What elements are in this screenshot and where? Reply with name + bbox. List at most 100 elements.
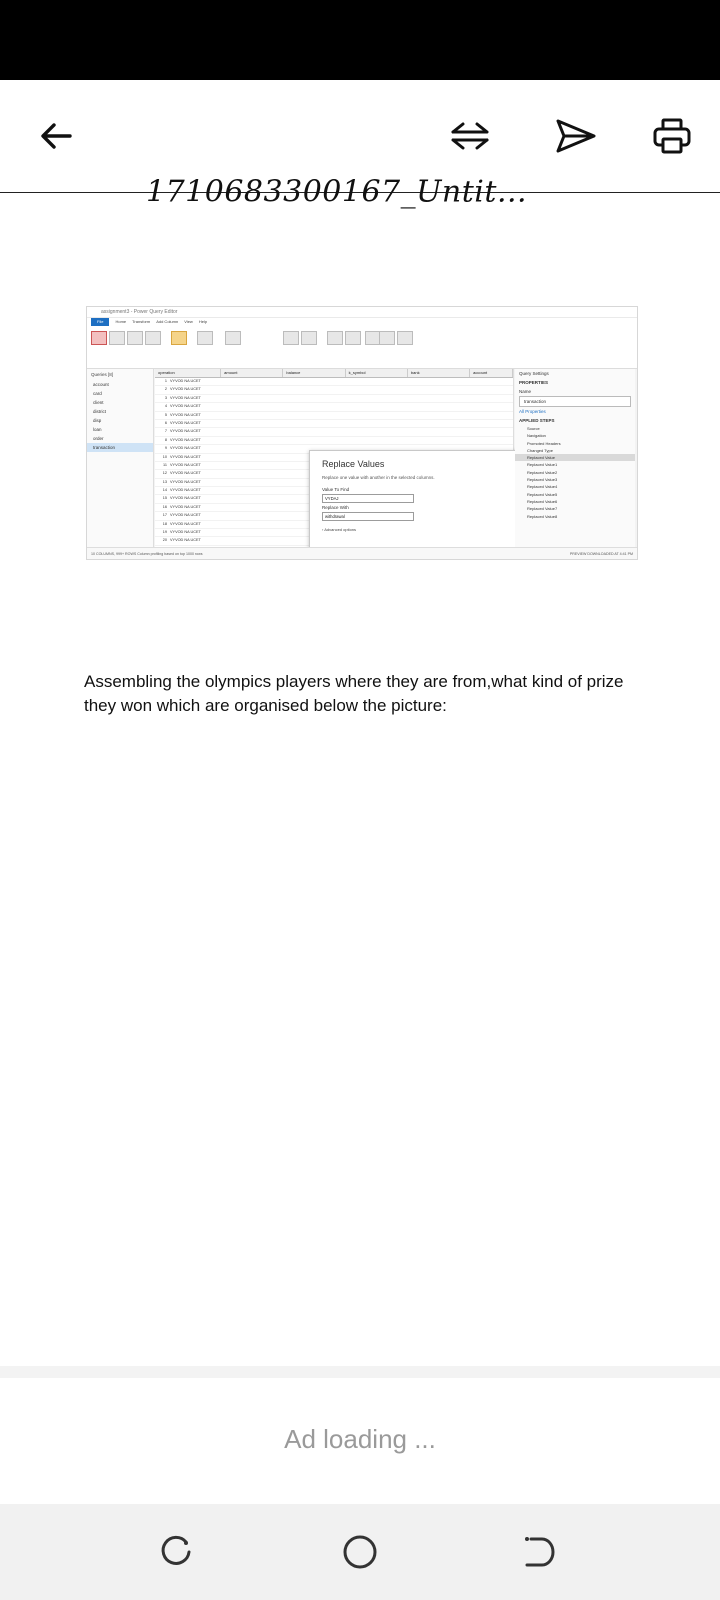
- print-icon[interactable]: [644, 108, 700, 164]
- query-item-order[interactable]: order: [87, 434, 153, 443]
- document-title: 1710683300167_Untit...: [146, 174, 528, 210]
- operation-cell: VYVOD NA UCET: [170, 471, 201, 476]
- home-icon[interactable]: [332, 1524, 388, 1580]
- applied-step-item[interactable]: Replaced Value: [515, 454, 635, 462]
- group-by-icon[interactable]: [397, 331, 413, 345]
- applied-step-item[interactable]: Promoted Headers: [515, 440, 635, 447]
- operation-cell: VYVOD NA UCET: [170, 429, 201, 434]
- recent-apps-icon[interactable]: [148, 1524, 204, 1580]
- operation-cell: VYVOD NA UCET: [170, 513, 201, 518]
- applied-step-item[interactable]: Replaced Value4: [515, 483, 635, 490]
- operation-cell: VYVOD NA UCET: [170, 446, 201, 451]
- operation-cell: VYVOD NA UCET: [170, 521, 201, 526]
- row-number: 4: [164, 404, 167, 409]
- operation-cell: VYVOD NA UCET: [170, 454, 201, 459]
- query-settings-header: Query Settings: [519, 371, 549, 376]
- column-header-balance[interactable]: balance: [283, 369, 346, 377]
- applied-step-item[interactable]: Replaced Value3: [515, 476, 635, 483]
- data-source-settings-icon[interactable]: [171, 331, 187, 345]
- column-header-amount[interactable]: amount: [221, 369, 284, 377]
- operation-cell: VYVOD NA UCET: [170, 395, 201, 400]
- applied-steps-header: APPLIED STEPS: [519, 418, 555, 423]
- remove-rows-icon[interactable]: [345, 331, 361, 345]
- applied-step-item[interactable]: Replaced Value2: [515, 469, 635, 476]
- column-header-bank[interactable]: bank: [408, 369, 471, 377]
- dialog-subtitle: Replace one value with another in the se…: [322, 475, 435, 480]
- query-item-loan[interactable]: loan: [87, 425, 153, 434]
- remove-columns-icon[interactable]: [301, 331, 317, 345]
- close-apply-icon[interactable]: [91, 331, 107, 345]
- table-row: 4 VYVOD NA UCET: [155, 403, 513, 412]
- applied-step-item[interactable]: Replaced Value6: [515, 498, 635, 505]
- applied-step-item[interactable]: Replaced Value7: [515, 505, 635, 512]
- pq-status-bar: 10 COLUMNS, 999+ ROWS Column profiling b…: [87, 547, 637, 559]
- applied-step-item[interactable]: Replaced Value8: [515, 513, 635, 520]
- operation-cell: VYVOD NA UCET: [170, 420, 201, 425]
- operation-cell: VYVOD NA UCET: [170, 530, 201, 535]
- pq-tab-home[interactable]: Home: [115, 318, 126, 326]
- choose-columns-icon[interactable]: [283, 331, 299, 345]
- column-header-operation[interactable]: operation: [155, 369, 222, 377]
- pq-tab-view[interactable]: View: [184, 318, 193, 326]
- ad-separator: [0, 1366, 720, 1378]
- query-settings-pane: Query Settings PROPERTIES Name transacti…: [515, 369, 635, 547]
- query-item-account[interactable]: account: [87, 380, 153, 389]
- query-item-disp[interactable]: disp: [87, 416, 153, 425]
- row-number: 2: [164, 387, 167, 392]
- document-image: assignment3 - Power Query Editor File Ho…: [86, 306, 638, 560]
- queries-header: Queries [8]: [91, 372, 114, 377]
- operation-cell: VYVOD NA UCET: [170, 379, 201, 383]
- row-number: 10: [162, 454, 167, 459]
- pq-tab-transform[interactable]: Transform: [132, 318, 150, 326]
- send-icon[interactable]: [548, 108, 604, 164]
- status-right: PREVIEW DOWNLOADED AT 4:41 PM: [569, 552, 633, 556]
- pq-window-title: assignment3 - Power Query Editor: [87, 307, 637, 318]
- query-item-transaction[interactable]: transaction: [87, 443, 153, 452]
- keep-rows-icon[interactable]: [327, 331, 343, 345]
- manage-parameters-icon[interactable]: [197, 331, 213, 345]
- column-header-k-symbol[interactable]: k_symbol: [346, 369, 408, 377]
- table-row: 3 VYVOD NA UCET: [155, 395, 513, 404]
- pq-tab-file[interactable]: File: [91, 318, 110, 326]
- advanced-options-toggle[interactable]: › Advanced options: [322, 527, 356, 532]
- refresh-preview-icon[interactable]: [225, 331, 241, 345]
- recent-sources-icon[interactable]: [127, 331, 143, 345]
- status-bar: [0, 0, 720, 80]
- applied-step-item[interactable]: Replaced Value1: [515, 461, 635, 468]
- table-row: 6 VYVOD NA UCET: [155, 420, 513, 429]
- swap-arrows-icon[interactable]: [442, 108, 498, 164]
- back-arrow-icon[interactable]: [28, 108, 84, 164]
- applied-step-item[interactable]: Changed Type: [515, 447, 635, 454]
- row-number: 20: [162, 538, 167, 543]
- applied-step-item[interactable]: Source: [515, 425, 635, 432]
- enter-data-icon[interactable]: [145, 331, 161, 345]
- new-source-icon[interactable]: [109, 331, 125, 345]
- query-item-client[interactable]: client: [87, 398, 153, 407]
- back-icon[interactable]: [510, 1524, 566, 1580]
- table-row: 2 VYVOD NA UCET: [155, 386, 513, 395]
- column-header-account[interactable]: account: [470, 369, 513, 377]
- data-grid: operation amount balance k_symbol bank a…: [155, 369, 583, 559]
- operation-cell: VYVOD NA UCET: [170, 412, 201, 417]
- name-input[interactable]: transaction: [519, 396, 631, 407]
- status-left: 10 COLUMNS, 999+ ROWS Column profiling b…: [91, 552, 203, 556]
- applied-step-item[interactable]: Navigation: [515, 432, 635, 439]
- pq-tab-help[interactable]: Help: [199, 318, 207, 326]
- ad-loading-text: Ad loading ...: [284, 1424, 436, 1454]
- split-column-icon[interactable]: [379, 331, 395, 345]
- query-item-district[interactable]: district: [87, 407, 153, 416]
- pq-tab-add-column[interactable]: Add Column: [156, 318, 178, 326]
- operation-cell: VYVOD NA UCET: [170, 462, 201, 467]
- row-number: 14: [162, 488, 167, 493]
- row-number: 19: [162, 530, 167, 535]
- value-to-find-input[interactable]: VYDAJ: [322, 494, 414, 503]
- row-number: 17: [162, 513, 167, 518]
- replace-with-input[interactable]: withdrawal: [322, 512, 414, 521]
- query-item-card[interactable]: card: [87, 389, 153, 398]
- applied-step-item[interactable]: Replaced Value5: [515, 491, 635, 498]
- operation-cell: VYVOD NA UCET: [170, 437, 201, 442]
- all-properties-link[interactable]: All Properties: [515, 407, 635, 416]
- replace-with-label: Replace With: [322, 505, 349, 510]
- operation-cell: VYVOD NA UCET: [170, 504, 201, 509]
- document-body-text: Assembling the olympics players where th…: [84, 672, 624, 715]
